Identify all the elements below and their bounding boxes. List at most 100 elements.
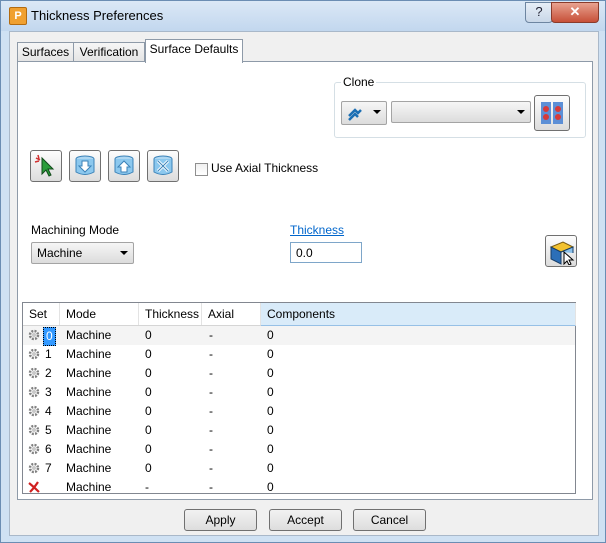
thickness-cell: 0 [145,423,152,437]
thickness-cell: 0 [145,404,152,418]
chevron-down-icon [373,110,381,114]
tools-button[interactable] [147,150,179,182]
surface-pointer-icon [549,241,575,265]
thickness-input[interactable]: 0.0 [290,242,362,263]
thickness-up-button[interactable] [108,150,140,182]
thickness-cell: 0 [145,442,152,456]
set-number [43,479,47,496]
table-row[interactable]: 3 Machine 0 - 0 [23,383,575,402]
column-header-thickness[interactable]: Thickness [139,303,202,325]
machining-mode-label: Machining Mode [31,223,120,237]
mode-cell: Machine [66,366,112,380]
clone-group: Clone [334,75,586,138]
chevron-down-icon [120,251,128,255]
table-row[interactable]: 0 Machine 0 - 0 [23,326,575,346]
mode-cell: Machine [66,385,112,399]
set-number: 5 [45,423,52,437]
axial-cell: - [209,385,213,399]
components-cell: 0 [267,347,274,361]
accept-button[interactable]: Accept [269,509,342,531]
window-title: Thickness Preferences [31,8,164,23]
axial-cell: - [209,480,213,494]
components-cell: 0 [267,480,274,494]
set-number: 6 [45,442,52,456]
tab-surface-defaults[interactable]: Surface Defaults [145,39,243,63]
thickness-sets-table: Set Mode Thickness Axial Components 0 Ma… [22,302,576,494]
column-header-mode[interactable]: Mode [60,303,139,325]
close-button[interactable]: ✕ [551,2,599,23]
tab-verification[interactable]: Verification [73,42,145,62]
mode-cell: Machine [66,328,112,342]
table-row[interactable]: 4 Machine 0 - 0 [23,402,575,421]
set-number: 3 [45,385,52,399]
axial-cell: - [209,442,213,456]
machining-mode-dropdown[interactable]: Machine [31,242,134,264]
tab-surfaces[interactable]: Surfaces [17,42,74,62]
surface-picker-button[interactable] [545,235,577,267]
clone-source-dropdown[interactable] [391,101,531,123]
apply-button[interactable]: Apply [184,509,257,531]
components-cell: 0 [267,442,274,456]
mode-cell: Machine [66,404,112,418]
use-axial-thickness-label: Use Axial Thickness [211,161,319,175]
axial-cell: - [209,404,213,418]
thickness-cell: 0 [145,366,152,380]
cancel-button[interactable]: Cancel [353,509,426,531]
help-button[interactable]: ? [525,2,553,23]
chevron-down-icon [517,110,525,114]
axial-cell: - [209,347,213,361]
mode-cell: Machine [66,423,112,437]
column-header-set[interactable]: Set [23,303,60,325]
set-number: 4 [45,404,52,418]
machining-mode-value: Machine [37,246,83,260]
clone-apply-button[interactable] [534,95,570,131]
thickness-preferences-window: P Thickness Preferences ? ✕ Surfaces Ver… [0,0,606,543]
gear-icon [28,443,40,455]
mode-cell: Machine [66,347,112,361]
thickness-cell: 0 [145,385,152,399]
set-number: 2 [45,366,52,380]
table-row[interactable]: 6 Machine 0 - 0 [23,440,575,459]
table-row[interactable]: 5 Machine 0 - 0 [23,421,575,440]
column-header-axial[interactable]: Axial [202,303,261,325]
table-row[interactable]: 1 Machine 0 - 0 [23,345,575,364]
table-row[interactable]: Machine - - 0 [23,478,575,497]
mode-cell: Machine [66,480,112,494]
clone-surfaces-icon [541,102,563,124]
thickness-cell: 0 [145,328,152,342]
axial-cell: - [209,366,213,380]
surface-defaults-panel: Clone Use Axial Thickness Machining Mode… [17,61,593,500]
clone-mode-dropdown[interactable] [341,101,387,125]
clone-mode-icon [348,108,362,121]
select-surfaces-button[interactable] [30,150,62,182]
gear-icon [28,367,40,379]
components-cell: 0 [267,404,274,418]
thickness-down-button[interactable] [69,150,101,182]
thickness-cell: 0 [145,347,152,361]
set-number: 1 [45,347,52,361]
table-row[interactable]: 7 Machine 0 - 0 [23,459,575,478]
thickness-cell: 0 [145,461,152,475]
gear-icon [28,348,40,360]
red-x-icon [28,481,40,493]
mode-cell: Machine [66,442,112,456]
select-pointer-icon [34,154,55,177]
gear-icon [28,462,40,474]
gear-icon [28,386,40,398]
components-cell: 0 [267,423,274,437]
column-header-components[interactable]: Components [261,303,576,326]
gear-icon [28,424,40,436]
thickness-cell: - [145,480,149,494]
table-row[interactable]: 2 Machine 0 - 0 [23,364,575,383]
dialog-body: Surfaces Verification Surface Defaults C… [9,31,599,536]
components-cell: 0 [267,385,274,399]
use-axial-thickness-checkbox[interactable] [195,163,208,176]
components-cell: 0 [267,328,274,342]
thickness-link[interactable]: Thickness [290,223,344,237]
title-bar[interactable]: P Thickness Preferences ? ✕ [1,1,605,31]
axial-cell: - [209,423,213,437]
gear-icon [28,329,40,341]
table-header: Set Mode Thickness Axial Components [23,303,576,326]
tools-icon [153,155,173,175]
thickness-value: 0.0 [296,246,313,260]
